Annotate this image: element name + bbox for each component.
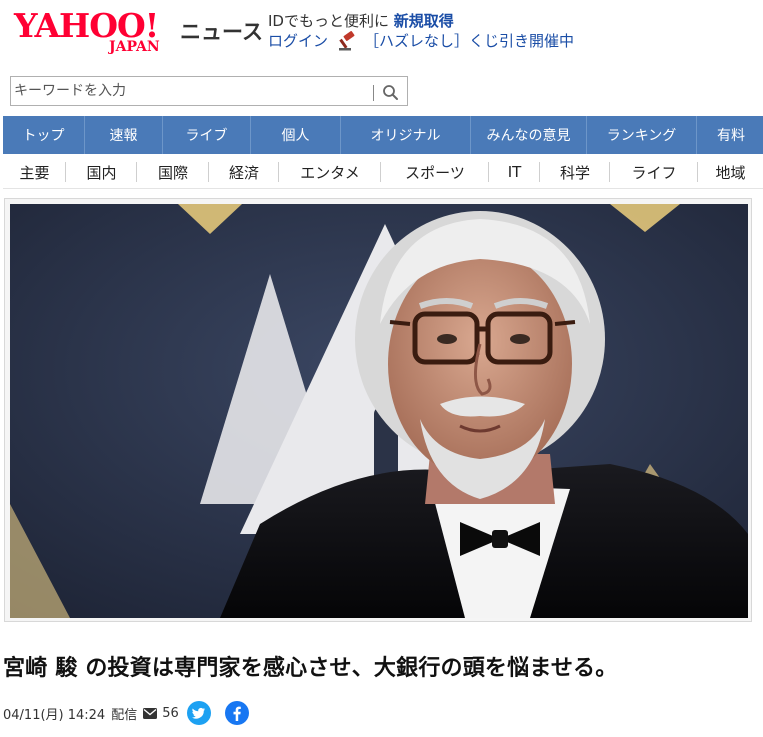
source-label: 配信 xyxy=(111,707,138,723)
category-label: 経済 xyxy=(228,163,259,182)
nav-item-top[interactable]: トップ xyxy=(3,116,85,154)
nav-item-opinions[interactable]: みんなの意見 xyxy=(471,116,587,154)
primary-nav: トップ 速報 ライブ 個人 オリジナル みんなの意見 ランキング 有料 xyxy=(3,116,763,154)
category-label: ライフ xyxy=(631,163,677,182)
category-nav: 主要 国内 国際 経済 エンタメ スポーツ IT 科学 ライフ 地域 xyxy=(3,155,763,189)
article-hero-image[interactable] xyxy=(4,198,752,622)
comment-icon[interactable] xyxy=(143,707,158,719)
category-item-it[interactable]: IT xyxy=(489,155,540,189)
portrait-illustration xyxy=(10,204,748,618)
article-date: 04/11(月) 14:24 xyxy=(3,707,106,723)
promo-row: IDでもっと便利に 新規取得 xyxy=(268,11,574,31)
nav-item-original[interactable]: オリジナル xyxy=(341,116,471,154)
category-item-international[interactable]: 国際 xyxy=(137,155,209,189)
category-label: 地域 xyxy=(715,163,746,182)
facebook-icon[interactable] xyxy=(224,701,249,725)
category-label: エンタメ xyxy=(300,163,360,182)
nav-item-label: 速報 xyxy=(109,128,138,144)
logo-subtext: JAPAN xyxy=(109,39,160,55)
nav-item-ranking[interactable]: ランキング xyxy=(587,116,697,154)
category-item-science[interactable]: 科学 xyxy=(540,155,610,189)
category-label: 科学 xyxy=(559,163,590,182)
login-link[interactable]: ログイン xyxy=(268,31,328,51)
nav-item-label: ライブ xyxy=(185,128,228,144)
twitter-icon[interactable] xyxy=(186,701,211,725)
category-item-region[interactable]: 地域 xyxy=(698,155,763,189)
category-item-sports[interactable]: スポーツ xyxy=(381,155,489,189)
nav-item-paid[interactable]: 有料 xyxy=(697,116,763,154)
category-label: 主要 xyxy=(19,163,50,182)
category-item-domestic[interactable]: 国内 xyxy=(66,155,137,189)
category-item-main[interactable]: 主要 xyxy=(3,155,66,189)
signup-link[interactable]: 新規取得 xyxy=(394,12,454,30)
nav-item-label: トップ xyxy=(22,128,65,144)
promo-row-login: ログイン ［ハズレなし］くじ引き開催中 xyxy=(268,31,574,51)
nav-item-live[interactable]: ライブ xyxy=(163,116,251,154)
yahoo-japan-logo[interactable]: YAHOO! JAPAN xyxy=(14,8,174,56)
article-headline[interactable]: 宮崎 駿 の投資は専門家を感心させ、大銀行の頭を悩ませる。 xyxy=(3,650,763,682)
category-item-entertainment[interactable]: エンタメ xyxy=(279,155,381,189)
nav-item-personal[interactable]: 個人 xyxy=(251,116,341,154)
nav-item-label: オリジナル xyxy=(370,128,441,144)
promo-text: IDでもっと便利に xyxy=(268,12,389,30)
nav-item-breaking[interactable]: 速報 xyxy=(85,116,163,154)
article-meta: 04/11(月) 14:24 配信 56 xyxy=(3,700,263,726)
site-header: YAHOO! JAPAN ニュース IDでもっと便利に 新規取得 ログイン ［ハ… xyxy=(0,0,763,60)
category-item-life[interactable]: ライフ xyxy=(610,155,698,189)
promo-area: IDでもっと便利に 新規取得 ログイン ［ハズレなし］くじ引き開催中 xyxy=(268,11,574,51)
search-box xyxy=(10,76,408,106)
category-label: IT xyxy=(507,163,522,181)
search-input[interactable] xyxy=(14,80,366,102)
category-label: 国内 xyxy=(86,163,117,182)
comment-count[interactable]: 56 xyxy=(162,706,179,721)
category-item-economy[interactable]: 経済 xyxy=(209,155,279,189)
search-divider xyxy=(373,85,374,101)
search-icon[interactable] xyxy=(379,82,403,102)
lottery-link[interactable]: ［ハズレなし］くじ引き開催中 xyxy=(364,31,574,51)
category-label: スポーツ xyxy=(405,163,465,182)
auction-hammer-icon xyxy=(338,31,358,51)
service-name[interactable]: ニュース xyxy=(180,16,263,46)
nav-item-label: 個人 xyxy=(281,128,310,144)
category-label: 国際 xyxy=(157,163,188,182)
nav-item-label: みんなの意見 xyxy=(486,128,571,144)
nav-item-label: ランキング xyxy=(606,128,677,144)
nav-item-label: 有料 xyxy=(717,128,745,144)
